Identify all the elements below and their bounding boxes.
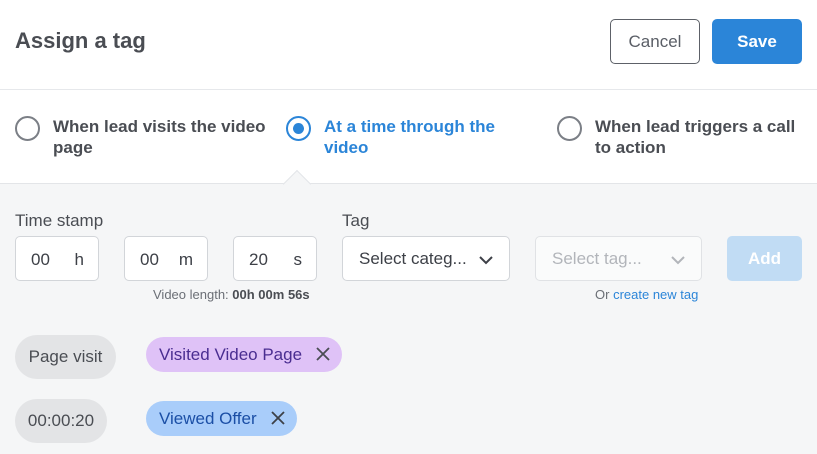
create-new-tag-link[interactable]: create new tag	[613, 287, 698, 302]
video-length-hint: Video length: 00h 00m 56s	[153, 287, 310, 302]
radio-icon[interactable]	[15, 116, 40, 141]
close-icon[interactable]	[271, 411, 285, 425]
create-tag-prefix: Or	[595, 287, 610, 302]
trigger-pill: Page visit	[15, 335, 116, 379]
minutes-unit: m	[178, 250, 193, 269]
trigger-options: When lead visits the video page At a tim…	[0, 90, 817, 184]
assigned-tag-label: Viewed Offer	[159, 408, 257, 428]
seconds-unit: s	[293, 250, 303, 269]
radio-icon[interactable]	[557, 116, 582, 141]
chevron-down-icon	[479, 256, 493, 265]
modal-header: Assign a tag Cancel Save	[0, 0, 817, 90]
trigger-pill: 00:00:20	[15, 399, 107, 443]
category-select-value: Select categ...	[359, 248, 467, 268]
save-button[interactable]: Save	[712, 19, 802, 64]
option-lead-visits-page[interactable]: When lead visits the video page	[15, 116, 268, 158]
tag-label: Tag	[342, 211, 370, 230]
video-length-value: 00h 00m 56s	[232, 287, 310, 302]
modal-title: Assign a tag	[15, 28, 146, 53]
seconds-value: 20	[249, 250, 268, 269]
assigned-tag: Viewed Offer	[146, 401, 297, 436]
close-icon[interactable]	[316, 347, 330, 361]
minutes-input[interactable]: 00 m	[124, 236, 208, 281]
option-time-through-video[interactable]: At a time through the video	[286, 116, 539, 158]
chevron-down-icon	[671, 256, 685, 265]
option-label: At a time through the video	[324, 117, 495, 157]
option-label: When lead visits the video page	[53, 117, 266, 157]
add-button[interactable]: Add	[727, 236, 802, 281]
assigned-tag: Visited Video Page	[146, 337, 342, 372]
hours-input[interactable]: 00 h	[15, 236, 99, 281]
assigned-tag-label: Visited Video Page	[159, 344, 303, 364]
minutes-value: 00	[140, 250, 159, 269]
option-call-to-action[interactable]: When lead triggers a call to action	[557, 116, 810, 158]
settings-panel	[0, 184, 817, 454]
hours-unit: h	[74, 250, 84, 269]
tag-select-value: Select tag...	[552, 248, 642, 268]
seconds-input[interactable]: 20 s	[233, 236, 317, 281]
tag-select[interactable]: Select tag...	[535, 236, 702, 281]
timestamp-label: Time stamp	[15, 211, 104, 230]
hours-value: 00	[31, 250, 50, 269]
radio-selected-icon[interactable]	[286, 116, 311, 141]
video-length-prefix: Video length:	[153, 287, 229, 302]
category-select[interactable]: Select categ...	[342, 236, 510, 281]
create-tag-hint: Or create new tag	[595, 287, 698, 302]
cancel-button[interactable]: Cancel	[610, 19, 700, 64]
option-label: When lead triggers a call to action	[595, 117, 796, 157]
